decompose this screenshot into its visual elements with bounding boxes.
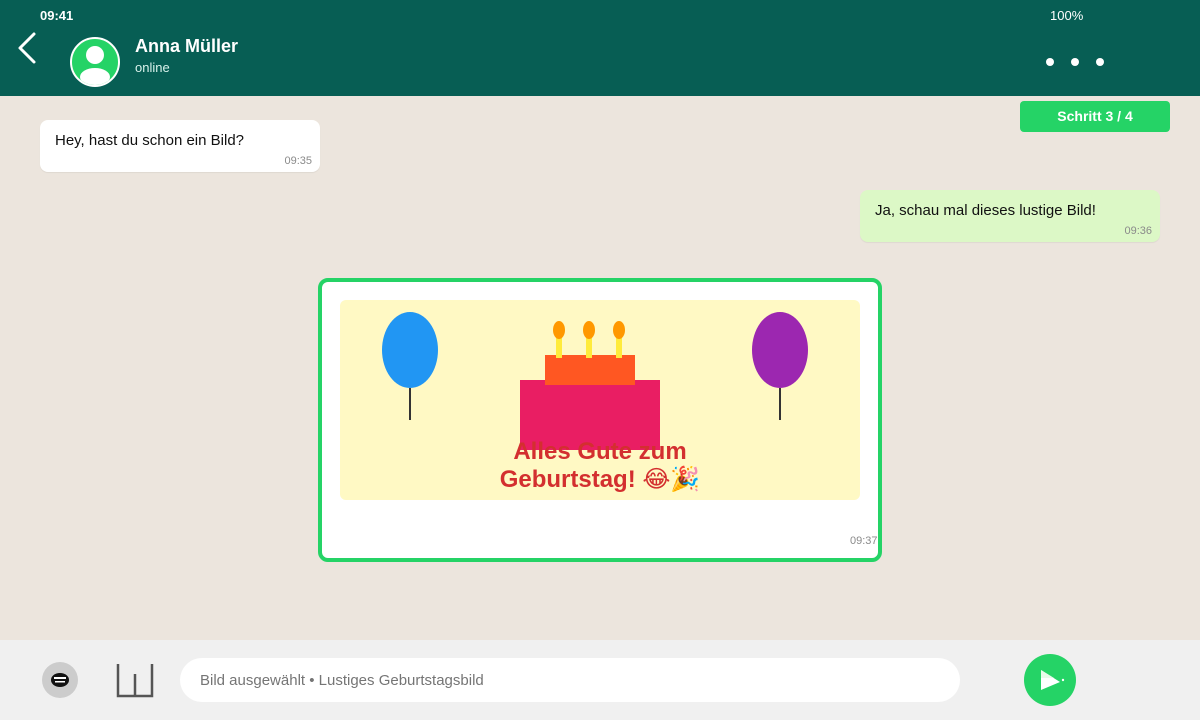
balloon-left bbox=[382, 312, 438, 388]
emoji-button[interactable] bbox=[42, 662, 78, 698]
flame bbox=[583, 321, 595, 339]
battery-level: 100% bbox=[1050, 8, 1084, 23]
message-text: Hey, hast du schon ein Bild? bbox=[55, 132, 245, 149]
message-time: 09:37 bbox=[850, 535, 878, 547]
flame bbox=[553, 321, 565, 339]
contact-status: online bbox=[135, 60, 170, 75]
candle bbox=[586, 336, 592, 358]
birthday-image[interactable]: Alles Gute zum Geburtstag! 😂🎉 bbox=[340, 300, 860, 500]
send-button[interactable] bbox=[1024, 654, 1076, 706]
greeting-line-1: Alles Gute zum bbox=[513, 438, 687, 465]
attach-button[interactable] bbox=[115, 662, 155, 698]
cake-top-layer bbox=[545, 355, 635, 385]
back-button[interactable] bbox=[12, 28, 48, 68]
message-text: Ja, schau mal dieses lustige Bild! bbox=[875, 202, 1096, 219]
step-progress-badge: Schritt 3 / 4 bbox=[1020, 101, 1170, 132]
chevron-left-icon bbox=[18, 32, 36, 64]
chat-header: 09:41 100% Anna Müller online bbox=[0, 0, 1200, 96]
message-time: 09:35 bbox=[284, 155, 312, 167]
attach-icon bbox=[116, 664, 154, 698]
message-input[interactable] bbox=[180, 658, 960, 702]
status-time: 09:41 bbox=[40, 8, 74, 23]
more-dots-icon bbox=[1096, 58, 1104, 66]
more-dots-icon bbox=[1046, 58, 1054, 66]
user-icon bbox=[80, 46, 110, 85]
send-icon bbox=[1041, 670, 1065, 690]
candle bbox=[556, 336, 562, 358]
message-time: 09:36 bbox=[1124, 225, 1152, 237]
greeting-text: Alles Gute zum Geburtstag! 😂🎉 bbox=[470, 438, 730, 494]
menu-button[interactable] bbox=[1036, 50, 1116, 74]
image-message-bubble[interactable]: Alles Gute zum Geburtstag! 😂🎉 09:37 bbox=[318, 278, 882, 562]
balloon-right bbox=[752, 312, 808, 388]
more-dots-icon bbox=[1071, 58, 1079, 66]
composer-bar bbox=[0, 640, 1200, 720]
avatar[interactable] bbox=[70, 37, 120, 87]
emoji-icon bbox=[42, 662, 78, 698]
contact-name[interactable]: Anna Müller bbox=[135, 36, 238, 57]
candle bbox=[616, 336, 622, 358]
greeting-line-2: Geburtstag! 😂🎉 bbox=[499, 466, 701, 493]
message-bubble-incoming[interactable]: Hey, hast du schon ein Bild? 09:35 bbox=[40, 120, 320, 172]
message-bubble-outgoing[interactable]: Ja, schau mal dieses lustige Bild! 09:36 bbox=[860, 190, 1160, 242]
flame bbox=[613, 321, 625, 339]
